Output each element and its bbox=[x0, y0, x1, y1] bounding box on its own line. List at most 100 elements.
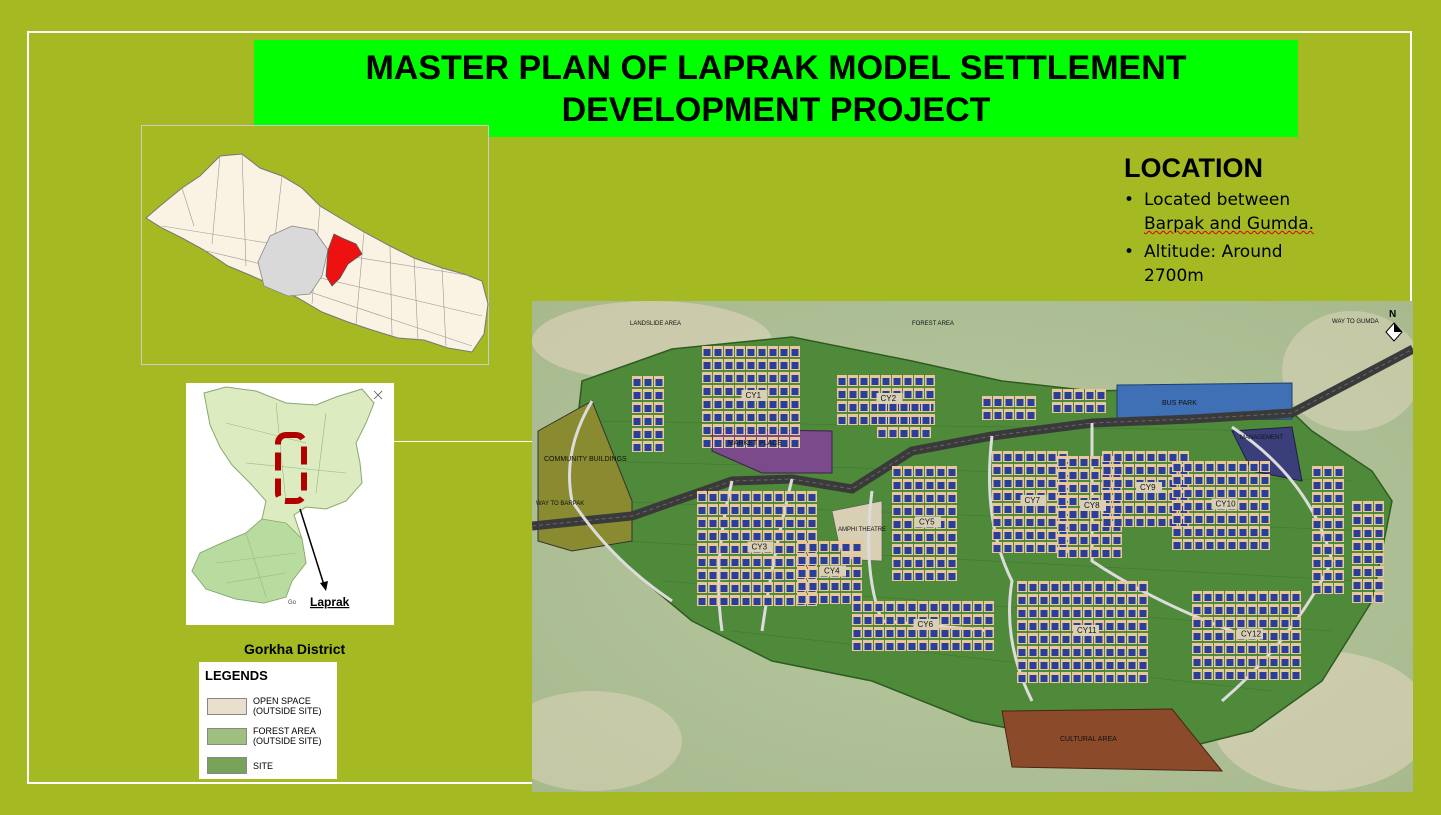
house-roof bbox=[1270, 607, 1278, 614]
house-roof bbox=[775, 494, 783, 501]
house-roof bbox=[1259, 646, 1267, 653]
house-roof bbox=[930, 604, 938, 611]
house-roof bbox=[875, 630, 883, 637]
house-roof bbox=[893, 469, 901, 476]
house-roof bbox=[758, 414, 766, 421]
house-roof bbox=[764, 585, 772, 592]
house-roof bbox=[1375, 530, 1383, 537]
house-roof bbox=[720, 533, 728, 540]
house-roof bbox=[889, 430, 897, 437]
house-roof bbox=[1084, 584, 1092, 591]
house-roof bbox=[915, 534, 923, 541]
house-roof bbox=[1051, 636, 1059, 643]
gorkha-district-map: Go Laprak bbox=[186, 383, 394, 625]
house-roof bbox=[1184, 464, 1192, 471]
house-roof bbox=[731, 494, 739, 501]
house-roof bbox=[1226, 659, 1234, 666]
house-roof bbox=[908, 604, 916, 611]
plan-label-cultural: CULTURAL AREA bbox=[1060, 736, 1117, 743]
house-roof bbox=[1215, 672, 1223, 679]
house-roof bbox=[1114, 506, 1122, 513]
house-roof bbox=[1029, 649, 1037, 656]
plan-label-amphi: AMPHI THEATRE bbox=[838, 527, 886, 533]
house-roof bbox=[1037, 467, 1045, 474]
house-roof bbox=[758, 401, 766, 408]
house-roof bbox=[703, 401, 711, 408]
house-roof bbox=[915, 495, 923, 502]
house-roof bbox=[747, 414, 755, 421]
house-roof bbox=[889, 404, 897, 411]
house-roof bbox=[1048, 545, 1056, 552]
house-roof bbox=[780, 349, 788, 356]
plan-label-way_to_barpak: WAY TO BARPAK bbox=[536, 501, 584, 507]
house-roof bbox=[698, 546, 706, 553]
house-roof bbox=[1292, 672, 1300, 679]
house-roof bbox=[753, 520, 761, 527]
house-roof bbox=[1281, 672, 1289, 679]
house-roof bbox=[1248, 659, 1256, 666]
house-roof bbox=[941, 617, 949, 624]
house-roof bbox=[1102, 550, 1110, 557]
legend-site: SITE bbox=[253, 760, 274, 771]
house-roof bbox=[1117, 610, 1125, 617]
house-roof bbox=[791, 349, 799, 356]
house-roof bbox=[1069, 472, 1077, 479]
house-roof bbox=[797, 533, 805, 540]
house-roof bbox=[1029, 610, 1037, 617]
house-roof bbox=[948, 495, 956, 502]
house-roof bbox=[904, 560, 912, 567]
house-roof bbox=[1281, 633, 1289, 640]
house-roof bbox=[1037, 454, 1045, 461]
plan-label-cy10: CY10 bbox=[1216, 500, 1237, 509]
house-roof bbox=[948, 560, 956, 567]
house-roof bbox=[633, 392, 641, 399]
house-roof bbox=[948, 521, 956, 528]
house-roof bbox=[915, 378, 923, 385]
house-roof bbox=[1226, 672, 1234, 679]
house-roof bbox=[904, 573, 912, 580]
house-roof bbox=[900, 404, 908, 411]
house-roof bbox=[1018, 623, 1026, 630]
house-roof bbox=[736, 401, 744, 408]
forest-swatch bbox=[207, 727, 247, 745]
house-roof bbox=[644, 379, 652, 386]
house-roof bbox=[1080, 459, 1088, 466]
house-roof bbox=[1353, 517, 1361, 524]
house-roof bbox=[853, 570, 861, 577]
house-roof bbox=[853, 617, 861, 624]
house-roof bbox=[769, 401, 777, 408]
plan-label-landslide: LANDSLIDE AREA bbox=[630, 321, 681, 327]
house-roof bbox=[786, 494, 794, 501]
house-roof bbox=[720, 546, 728, 553]
house-roof bbox=[780, 414, 788, 421]
house-roof bbox=[1248, 607, 1256, 614]
house-roof bbox=[1016, 412, 1024, 419]
house-roof bbox=[1313, 482, 1321, 489]
house-roof bbox=[993, 493, 1001, 500]
house-roof bbox=[1261, 516, 1269, 523]
house-roof bbox=[1073, 584, 1081, 591]
location-bullet-2-b: 2700m bbox=[1144, 266, 1204, 286]
house-roof bbox=[842, 544, 850, 551]
plan-label-cy7: CY7 bbox=[1025, 496, 1041, 505]
leader-line bbox=[394, 441, 532, 442]
house-roof bbox=[764, 559, 772, 566]
house-roof bbox=[780, 375, 788, 382]
house-roof bbox=[919, 630, 927, 637]
house-roof bbox=[1117, 597, 1125, 604]
house-roof bbox=[1217, 464, 1225, 471]
house-roof bbox=[1069, 498, 1077, 505]
house-roof bbox=[911, 417, 919, 424]
house-roof bbox=[1292, 594, 1300, 601]
house-roof bbox=[1037, 532, 1045, 539]
house-roof bbox=[1103, 519, 1111, 526]
house-roof bbox=[791, 427, 799, 434]
house-roof bbox=[1292, 607, 1300, 614]
house-roof bbox=[1091, 459, 1099, 466]
house-roof bbox=[926, 482, 934, 489]
house-roof bbox=[974, 630, 982, 637]
house-roof bbox=[709, 572, 717, 579]
house-roof bbox=[1353, 543, 1361, 550]
house-roof bbox=[753, 598, 761, 605]
plan-label-cy8: CY8 bbox=[1084, 501, 1100, 510]
